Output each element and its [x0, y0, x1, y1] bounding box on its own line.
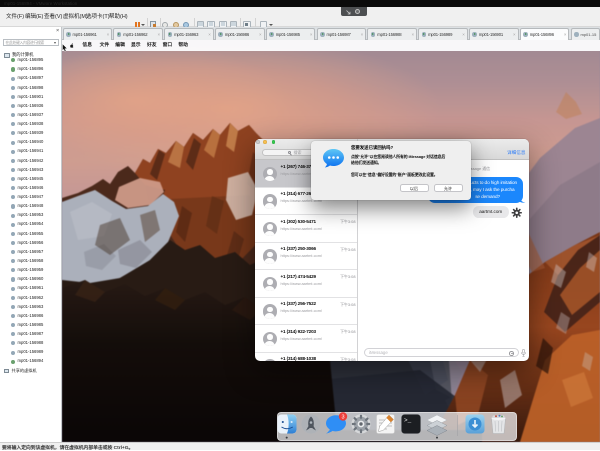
svg-text:3: 3	[341, 414, 344, 420]
svg-text:>_: >_	[404, 417, 412, 424]
